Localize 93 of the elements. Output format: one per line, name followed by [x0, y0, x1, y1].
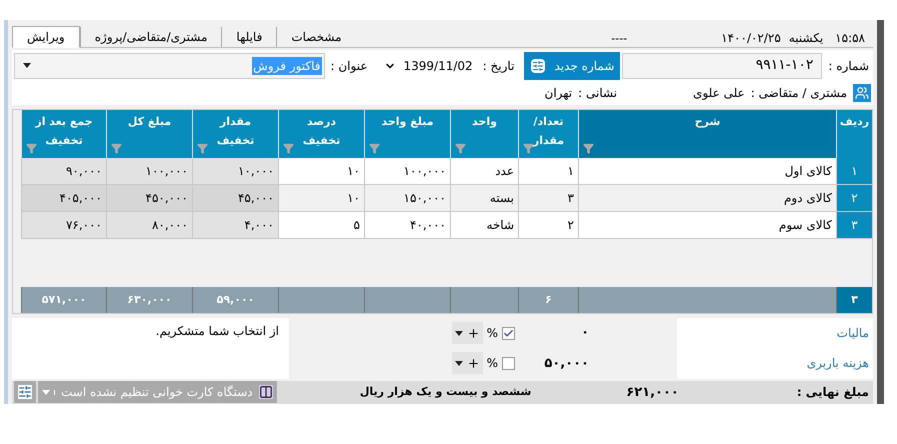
date-label: تاریخ :: [482, 58, 514, 75]
column-header[interactable]: شرح: [578, 110, 836, 158]
table-cell: عدد: [450, 158, 518, 185]
title-label: عنوان :: [330, 58, 368, 75]
percent-sign: %: [486, 355, 498, 372]
address-label: نشانی :: [578, 85, 618, 102]
table-cell: ۳: [836, 212, 872, 239]
status-text: ----: [611, 30, 628, 46]
table-cell: ۲: [518, 212, 578, 239]
column-header[interactable]: واحد: [450, 110, 518, 158]
plus-icon: [466, 356, 480, 370]
filter-icon: [111, 142, 122, 154]
table-cell: ۴۵,۰۰۰: [192, 184, 278, 212]
total-cell: ۵۷۱,۰۰۰: [21, 286, 106, 313]
table-cell: ۴,۰۰۰: [192, 212, 278, 239]
filter-icon: [197, 142, 208, 154]
add-button[interactable]: [452, 352, 483, 374]
filter-icon: [583, 142, 594, 154]
settings-button[interactable]: [14, 381, 36, 404]
table-cell: ۸۰,۰۰۰: [106, 212, 192, 239]
table-cell: ۱۰۰,۰۰۰: [106, 158, 192, 185]
percent-sign: %: [486, 325, 498, 342]
table-cell: ۵: [278, 212, 364, 239]
final-amount-label: مبلغ نهایی :: [796, 384, 870, 402]
number-field[interactable]: ۹۹۱۱-۱۰۲: [622, 52, 822, 79]
table-cell: ۱: [836, 158, 872, 185]
dropdown-arrow-icon[interactable]: [454, 360, 463, 366]
card-reader-icon: [258, 385, 273, 400]
filter-icon: [26, 142, 37, 154]
filter-icon: [369, 142, 380, 154]
tab[interactable]: فایلها: [221, 27, 276, 47]
column-header[interactable]: مقدار تخفیف: [192, 110, 278, 158]
filter-icon: [523, 142, 534, 154]
total-cell: ۶: [518, 286, 578, 313]
table-cell: ۱۰,۰۰۰: [192, 158, 278, 185]
weekday-text: یکشنبه: [788, 30, 824, 47]
table-cell: ۴۰,۰۰۰: [364, 212, 450, 239]
table-cell: شاخه: [450, 212, 518, 239]
column-header[interactable]: جمع بعد از تخفیف: [21, 110, 106, 158]
percent-checkbox[interactable]: [502, 356, 515, 370]
table-cell: ۷۶,۰۰۰: [21, 212, 106, 239]
number-label: شماره :: [828, 58, 870, 75]
table-cell: بسته: [450, 184, 518, 212]
address-text: تهران: [544, 85, 572, 102]
table-cell: ۳: [518, 184, 578, 212]
charge-amount: ۰: [580, 324, 589, 342]
table-cell: ۱۵۰,۰۰۰: [364, 184, 450, 212]
current-date: ۱۴۰۰/۰۲/۲۵: [720, 30, 782, 47]
title-combobox[interactable]: فاکتور فروش: [14, 52, 325, 79]
total-cell: ۶۳۰,۰۰۰: [106, 286, 192, 313]
percent-checkbox[interactable]: [502, 326, 515, 340]
card-reader-combobox[interactable]: دستگاه کارت خوانی تنظیم نشده است: [38, 381, 277, 404]
plus-icon: [466, 326, 480, 340]
customer-name: علی علوی: [693, 85, 745, 102]
table-cell: ۱: [518, 158, 578, 185]
amount-in-words: ششصد و بیست و یک هزار ریال: [360, 384, 532, 400]
table-cell: ۱۰: [278, 184, 364, 212]
charge-amount: ۵۰,۰۰۰: [543, 354, 589, 373]
total-cell: ۳: [836, 286, 872, 313]
table-cell: کالای سوم: [578, 212, 836, 239]
table-cell: ۱۰۰,۰۰۰: [364, 158, 450, 185]
customer-label: مشتری / متقاضی :: [750, 85, 847, 102]
tab[interactable]: مشخصات: [276, 27, 356, 47]
filter-icon: [455, 142, 466, 154]
table-cell: کالای اول: [578, 158, 836, 185]
new-number-button[interactable]: شماره جدید: [524, 52, 620, 80]
settings-icon: [530, 58, 544, 73]
filter-icon: [283, 142, 294, 154]
column-header[interactable]: مبلغ واحد: [364, 110, 450, 158]
table-cell: ۲: [836, 184, 872, 212]
clock-time: ۱۵:۵۸: [834, 30, 866, 47]
table-cell: ۹۰,۰۰۰: [21, 158, 106, 185]
column-header[interactable]: تعداد/ مقدار: [518, 110, 578, 158]
final-amount: ۶۲۱,۰۰۰: [626, 384, 679, 402]
table-cell: کالای دوم: [578, 184, 836, 212]
table-cell: ۴۰۵,۰۰۰: [21, 184, 106, 212]
dropdown-arrow-icon[interactable]: [454, 330, 463, 336]
total-cell: ۵۹,۰۰۰: [192, 286, 278, 313]
note-textarea[interactable]: از انتخاب شما متشکریم.: [12, 318, 289, 379]
column-header[interactable]: ردیف: [836, 110, 872, 158]
add-button[interactable]: [452, 322, 483, 344]
dropdown-arrow-icon[interactable]: [23, 63, 31, 68]
tab[interactable]: ویرایش: [12, 26, 80, 48]
date-field[interactable]: 1399/11/02: [380, 56, 477, 75]
table-cell: ۱۰: [278, 158, 364, 185]
charge-label: مالیات: [836, 325, 869, 342]
column-header[interactable]: مبلغ کل: [106, 110, 192, 158]
total-cell: [450, 286, 518, 313]
column-header[interactable]: درصد تخفیف: [278, 110, 364, 158]
charge-label: هزینه باربری: [806, 355, 869, 372]
dropdown-arrow-icon: [42, 390, 50, 395]
settings-icon: [18, 385, 32, 400]
table-cell: ۴۵۰,۰۰۰: [106, 184, 192, 212]
